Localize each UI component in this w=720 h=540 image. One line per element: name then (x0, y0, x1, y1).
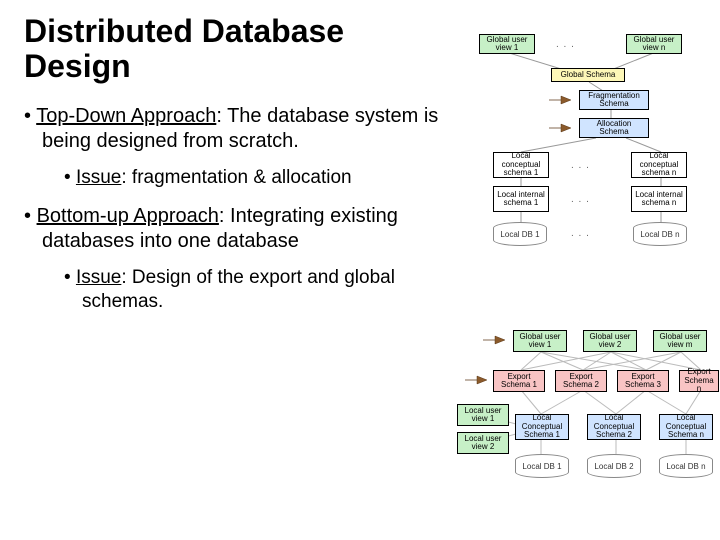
slide: Distributed Database Design Top-Down App… (0, 0, 720, 342)
box-local-conceptual-1: Local Conceptual Schema 1 (515, 414, 569, 440)
issue-bottomup: Issue: Design of the export and global s… (64, 266, 439, 314)
diagram-column: Global user view 1 . . . Global user vie… (451, 14, 696, 328)
cylinder-local-db-n: Local DB n (633, 222, 687, 246)
ellipsis-icon: . . . (556, 39, 575, 50)
bullet-label: Top-Down Approach (36, 105, 216, 127)
issue-text: : Design of the export and global schema… (82, 267, 395, 312)
diagram-topdown: Global user view 1 . . . Global user vie… (451, 24, 711, 264)
cylinder-local-db-1: Local DB 1 (493, 222, 547, 246)
pointer-hand-icon (547, 92, 573, 108)
box-export-schema-3: Export Schema 3 (617, 370, 669, 392)
box-local-user-view-2: Local user view 2 (457, 432, 509, 454)
box-local-internal-1: Local internal schema 1 (493, 186, 549, 212)
box-export-schema-2: Export Schema 2 (555, 370, 607, 392)
slide-title: Distributed Database Design (24, 14, 439, 84)
box-local-conceptual-1: Local conceptual schema 1 (493, 152, 549, 178)
issue-text: : fragmentation & allocation (121, 167, 351, 188)
pointer-hand-icon (547, 120, 573, 136)
bullet-list: Top-Down Approach: The database system i… (24, 104, 439, 313)
box-local-internal-n: Local internal schema n (631, 186, 687, 212)
box-local-user-view-1: Local user view 1 (457, 404, 509, 426)
ellipsis-icon: . . . (571, 160, 590, 171)
text-column: Distributed Database Design Top-Down App… (24, 14, 439, 328)
issue-topdown: Issue: fragmentation & allocation (64, 166, 439, 190)
box-global-user-view-n: Global user view n (626, 34, 682, 54)
pointer-hand-icon (481, 332, 507, 348)
cylinder-local-db-n: Local DB n (659, 454, 713, 478)
box-global-user-view-2: Global user view 2 (583, 330, 637, 352)
box-local-conceptual-n: Local conceptual schema n (631, 152, 687, 178)
box-fragmentation-schema: Fragmentation Schema (579, 90, 649, 110)
ellipsis-icon: . . . (571, 228, 590, 239)
pointer-hand-icon (463, 372, 489, 388)
box-global-user-view-m: Global user view m (653, 330, 707, 352)
cylinder-local-db-2: Local DB 2 (587, 454, 641, 478)
bullet-bottomup: Bottom-up Approach: Integrating existing… (24, 204, 439, 314)
bullet-label: Bottom-up Approach (37, 205, 219, 227)
diagram-bottomup: Global user view 1 Global user view 2 Gl… (451, 324, 711, 524)
box-local-conceptual-2: Local Conceptual Schema 2 (587, 414, 641, 440)
issue-label: Issue (76, 267, 121, 288)
box-export-schema-1: Export Schema 1 (493, 370, 545, 392)
box-local-conceptual-n: Local Conceptual Schema n (659, 414, 713, 440)
box-allocation-schema: Allocation Schema (579, 118, 649, 138)
issue-label: Issue (76, 167, 121, 188)
ellipsis-icon: . . . (571, 194, 590, 205)
box-global-schema: Global Schema (551, 68, 625, 82)
box-global-user-view-1: Global user view 1 (479, 34, 535, 54)
cylinder-local-db-1: Local DB 1 (515, 454, 569, 478)
box-global-user-view-1: Global user view 1 (513, 330, 567, 352)
bullet-topdown: Top-Down Approach: The database system i… (24, 104, 439, 190)
box-export-schema-n: Export Schema n (679, 370, 719, 392)
